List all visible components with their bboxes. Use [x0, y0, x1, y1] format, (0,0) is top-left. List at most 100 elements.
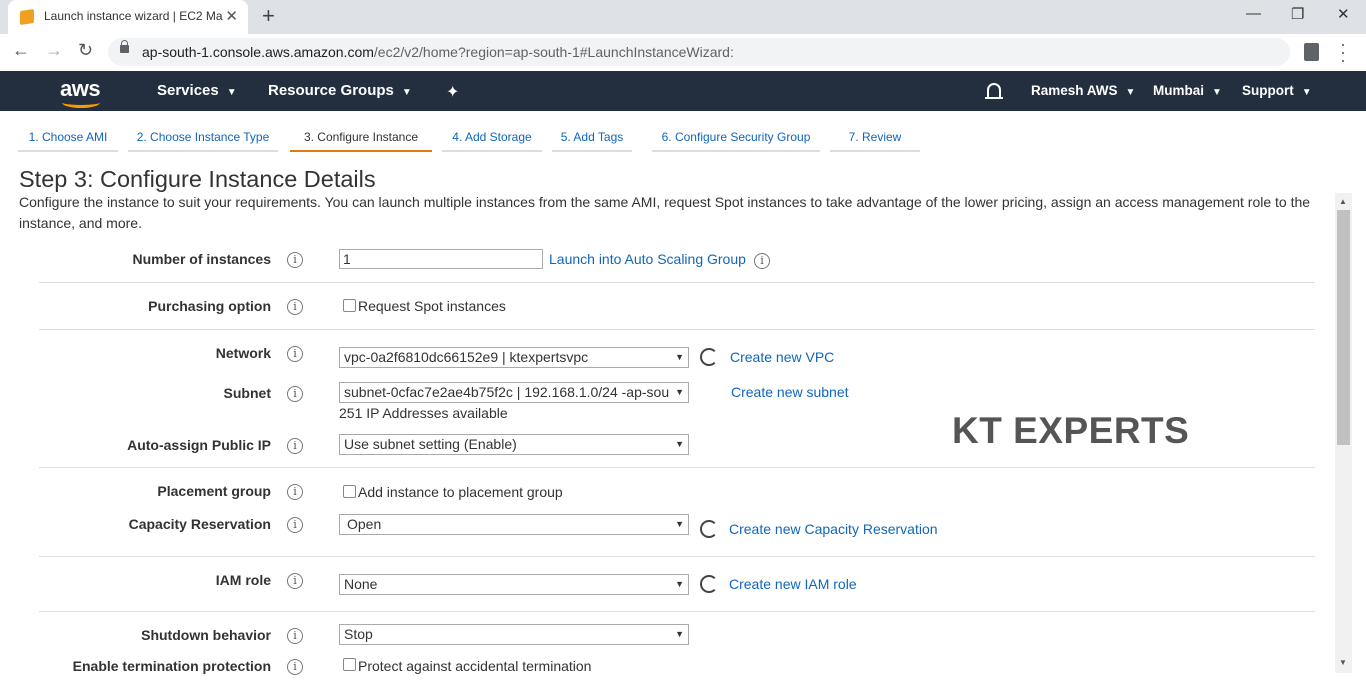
clipboard-extension-icon[interactable] — [1304, 43, 1319, 61]
termination-protection-label: Enable termination protection — [72, 658, 271, 674]
capacity-reservation-label: Capacity Reservation — [128, 516, 271, 532]
forward-arrow-icon[interactable]: → — [45, 40, 63, 61]
info-icon[interactable]: i — [754, 253, 770, 269]
purchasing-option-label: Purchasing option — [148, 298, 271, 314]
scroll-up-icon[interactable]: ▲ — [1339, 197, 1347, 206]
url-host: ap-south-1.console.aws.amazon.com — [142, 44, 374, 60]
network-label: Network — [215, 345, 271, 361]
support-menu[interactable]: Support ▼ — [1242, 83, 1312, 98]
request-spot-label: Request Spot instances — [358, 298, 506, 314]
browser-tab[interactable]: Launch instance wizard | EC2 Ma ✕ — [8, 0, 248, 34]
browser-tab-strip: Launch instance wizard | EC2 Ma ✕ + — ❐ … — [0, 0, 1366, 34]
aws-nav-bar: aws Services ▼ Resource Groups ▼ ✦ Ramesh … — [0, 71, 1366, 111]
info-icon[interactable]: i — [287, 299, 303, 315]
browser-menu-icon[interactable]: · · · — [1340, 35, 1346, 69]
info-icon[interactable]: i — [287, 659, 303, 675]
subnet-label: Subnet — [223, 385, 271, 401]
chevron-down-icon: ▼ — [226, 87, 237, 98]
refresh-icon[interactable] — [700, 348, 718, 366]
aws-smile-icon — [62, 97, 100, 108]
info-icon[interactable]: i — [287, 628, 303, 644]
tab-review[interactable]: 7. Review — [830, 122, 920, 152]
chevron-down-icon: ▼ — [1301, 87, 1312, 98]
tab-title: Launch instance wizard | EC2 Ma — [44, 9, 223, 23]
placement-group-checkbox[interactable] — [343, 485, 356, 498]
lock-icon — [120, 40, 129, 53]
request-spot-checkbox[interactable] — [343, 299, 356, 312]
scrollbar-thumb[interactable] — [1337, 210, 1350, 445]
auto-assign-ip-select[interactable]: Use subnet setting (Enable) ▼ — [339, 434, 689, 455]
chevron-down-icon: ▼ — [1125, 87, 1136, 98]
create-new-vpc-link[interactable]: Create new VPC — [730, 349, 834, 365]
dropdown-arrow-icon: ▼ — [675, 519, 684, 529]
divider — [39, 556, 1315, 557]
launch-auto-scaling-link[interactable]: Launch into Auto Scaling Group — [549, 251, 746, 267]
info-icon[interactable]: i — [287, 438, 303, 454]
dropdown-arrow-icon: ▼ — [675, 629, 684, 639]
info-icon[interactable]: i — [287, 517, 303, 533]
number-of-instances-input[interactable]: 1 — [339, 249, 543, 269]
page-title: Step 3: Configure Instance Details — [19, 166, 376, 192]
info-icon[interactable]: i — [287, 386, 303, 402]
info-icon[interactable]: i — [287, 484, 303, 500]
kt-experts-watermark: KT EXPERTS — [952, 410, 1190, 451]
placement-group-checkbox-label: Add instance to placement group — [358, 484, 563, 500]
url-field[interactable]: ap-south-1.console.aws.amazon.com/ec2/v2… — [108, 38, 1290, 66]
scroll-down-icon[interactable]: ▼ — [1339, 658, 1347, 667]
minimize-icon[interactable]: — — [1246, 5, 1261, 22]
aws-favicon-icon — [20, 9, 34, 25]
divider — [39, 329, 1315, 330]
restore-icon[interactable]: ❐ — [1291, 5, 1304, 23]
chevron-down-icon: ▼ — [401, 87, 412, 98]
divider — [39, 611, 1315, 612]
reload-icon[interactable]: ↻ — [78, 40, 93, 61]
network-select[interactable]: vpc-0a2f6810dc66152e9 | ktexpertsvpc ▼ — [339, 347, 689, 368]
divider — [39, 467, 1315, 468]
bell-icon[interactable] — [985, 83, 1003, 99]
info-icon[interactable]: i — [287, 573, 303, 589]
auto-assign-ip-label: Auto-assign Public IP — [127, 437, 271, 453]
tab-add-tags[interactable]: 5. Add Tags — [552, 122, 632, 152]
capacity-reservation-select[interactable]: Open ▼ — [339, 514, 689, 535]
back-arrow-icon[interactable]: ← — [12, 40, 30, 61]
info-icon[interactable]: i — [287, 252, 303, 268]
dropdown-arrow-icon: ▼ — [675, 439, 684, 449]
tab-choose-ami[interactable]: 1. Choose AMI — [18, 122, 118, 152]
iam-role-label: IAM role — [215, 572, 271, 588]
address-bar-row: ← → ↻ ap-south-1.console.aws.amazon.com/… — [0, 34, 1366, 72]
url-path: /ec2/v2/home?region=ap-south-1#LaunchIns… — [373, 44, 734, 60]
account-menu[interactable]: Ramesh AWS ▼ — [1031, 83, 1135, 98]
refresh-icon[interactable] — [700, 520, 718, 538]
subnet-select[interactable]: subnet-0cfac7e2ae4b75f2c | 192.168.1.0/2… — [339, 382, 689, 403]
shutdown-behavior-label: Shutdown behavior — [141, 627, 271, 643]
tab-choose-instance-type[interactable]: 2. Choose Instance Type — [128, 122, 278, 152]
dropdown-arrow-icon: ▼ — [675, 579, 684, 589]
info-icon[interactable]: i — [287, 346, 303, 362]
tab-add-storage[interactable]: 4. Add Storage — [442, 122, 542, 152]
ip-addresses-available: 251 IP Addresses available — [339, 405, 508, 421]
iam-role-select[interactable]: None ▼ — [339, 574, 689, 595]
services-menu[interactable]: Services ▼ — [157, 82, 237, 99]
close-tab-icon[interactable]: ✕ — [225, 7, 238, 25]
page-description: Configure the instance to suit your requ… — [19, 194, 1311, 231]
dropdown-arrow-icon: ▼ — [675, 387, 684, 397]
number-of-instances-label: Number of instances — [132, 251, 271, 267]
termination-protection-checkbox-label: Protect against accidental termination — [358, 658, 592, 674]
create-iam-role-link[interactable]: Create new IAM role — [729, 576, 857, 592]
create-new-subnet-link[interactable]: Create new subnet — [731, 384, 849, 400]
chevron-down-icon: ▼ — [1212, 87, 1222, 98]
create-capacity-reservation-link[interactable]: Create new Capacity Reservation — [729, 521, 938, 537]
region-menu[interactable]: Mumbai ▼ — [1153, 83, 1222, 98]
resource-groups-menu[interactable]: Resource Groups ▼ — [268, 82, 412, 99]
refresh-icon[interactable] — [700, 575, 718, 593]
shutdown-behavior-select[interactable]: Stop ▼ — [339, 624, 689, 645]
termination-protection-checkbox[interactable] — [343, 658, 356, 671]
window-close-icon[interactable]: ✕ — [1337, 5, 1350, 23]
placement-group-label: Placement group — [157, 483, 271, 499]
dropdown-arrow-icon: ▼ — [675, 352, 684, 362]
tab-configure-security-group[interactable]: 6. Configure Security Group — [652, 122, 820, 152]
pin-icon[interactable]: ✦ — [446, 82, 459, 102]
tab-configure-instance[interactable]: 3. Configure Instance — [290, 122, 432, 152]
new-tab-icon[interactable]: + — [262, 3, 275, 29]
divider — [39, 282, 1315, 283]
